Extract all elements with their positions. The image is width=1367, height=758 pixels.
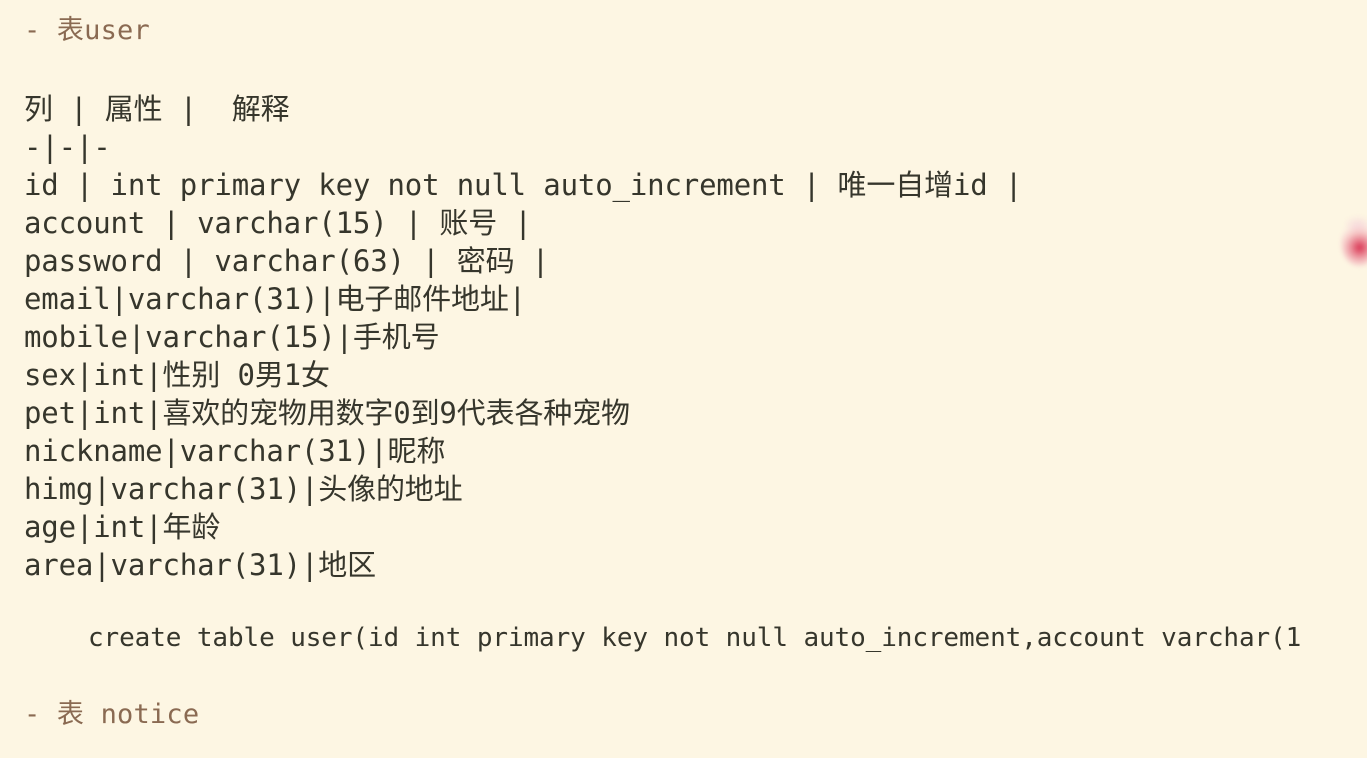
table-row: himg|varchar(31)|头像的地址 xyxy=(24,472,463,506)
section-heading-user: - 表user xyxy=(24,15,150,46)
table-row: nickname|varchar(31)|昵称 xyxy=(24,434,446,468)
table-row: password | varchar(63) | 密码 | xyxy=(24,244,550,278)
sql-code-block: create table user(id int primary key not… xyxy=(88,623,1302,653)
document-page: - 表user 列 | 属性 | 解释 -|-|- id | int prima… xyxy=(0,0,1367,758)
table-row: email|varchar(31)|电子邮件地址| xyxy=(24,282,526,316)
edge-artifact-halo xyxy=(1345,216,1367,232)
table-row: account | varchar(15) | 账号 | xyxy=(24,206,532,240)
table-header-row: 列 | 属性 | 解释 xyxy=(24,92,290,126)
table-row: pet|int|喜欢的宠物用数字0到9代表各种宠物 xyxy=(24,396,630,430)
table-row: id | int primary key not null auto_incre… xyxy=(24,168,1023,202)
section-heading-notice: - 表 notice xyxy=(24,699,200,730)
table-divider-row: -|-|- xyxy=(24,130,111,164)
edge-artifact-pink-blob xyxy=(1341,222,1367,266)
table-row: area|varchar(31)|地区 xyxy=(24,548,376,582)
table-row: mobile|varchar(15)|手机号 xyxy=(24,320,440,354)
table-row: sex|int|性别 0男1女 xyxy=(24,358,330,392)
table-row: age|int|年龄 xyxy=(24,510,221,544)
